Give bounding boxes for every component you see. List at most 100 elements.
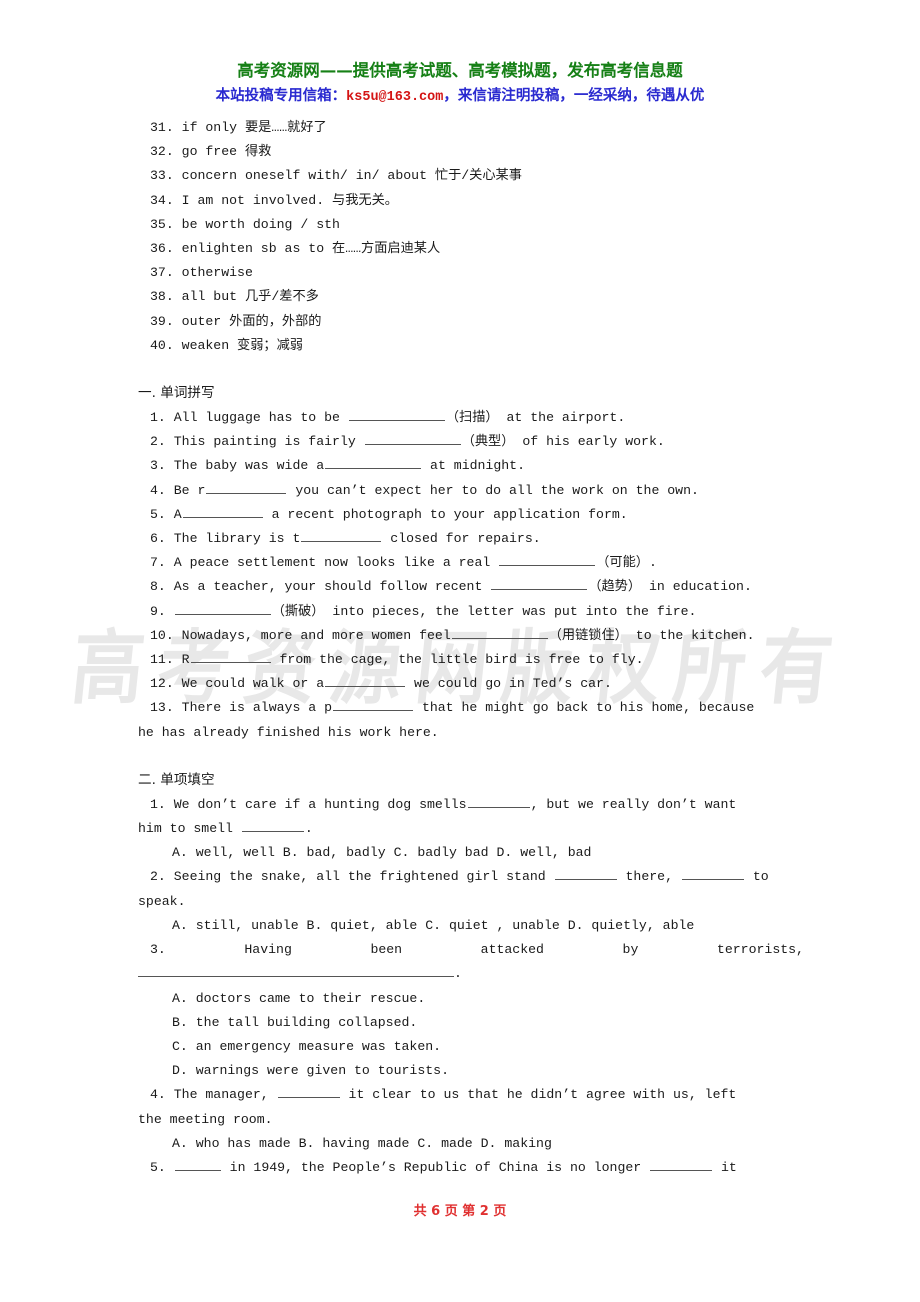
answer-blank[interactable] xyxy=(325,456,422,470)
question-option[interactable]: D. warnings were given to tourists. xyxy=(138,1059,804,1083)
q-text-pre: A peace settlement now looks like a real xyxy=(173,555,499,571)
question-options[interactable]: A. still, unable B. quiet, able C. quiet… xyxy=(138,914,804,938)
q-text-pre: Be r xyxy=(173,482,206,498)
question-option[interactable]: C. an emergency measure was taken. xyxy=(138,1035,804,1059)
q-text-pre: R xyxy=(181,652,190,668)
q-text-pre: 1. We don’t care if a hunting dog smells xyxy=(150,796,467,812)
question-item: 4. Be r you can’t expect her to do all t… xyxy=(138,479,804,503)
q-text-mid: there, xyxy=(617,869,681,885)
question-item: 12. We could walk or a we could go in Te… xyxy=(138,672,804,696)
q-number: 8. xyxy=(150,579,166,595)
q-number: 3. xyxy=(150,942,166,958)
question-option[interactable]: A. doctors came to their rescue. xyxy=(138,987,804,1011)
q-text-post: （撕破） into pieces, the letter was put int… xyxy=(271,603,697,619)
answer-blank[interactable] xyxy=(138,964,454,978)
question-continuation: . xyxy=(138,962,804,986)
answer-blank[interactable] xyxy=(451,625,548,639)
q-text-post: . xyxy=(454,966,462,982)
q-text-post: closed for repairs. xyxy=(382,531,541,547)
question-options[interactable]: A. who has made B. having made C. made D… xyxy=(138,1132,804,1156)
answer-blank[interactable] xyxy=(499,553,596,567)
answer-blank[interactable] xyxy=(650,1157,713,1171)
q-text-post: to xyxy=(744,869,769,885)
q-text-pre: The library is t xyxy=(173,531,301,547)
answer-blank[interactable] xyxy=(554,867,617,881)
answer-blank[interactable] xyxy=(206,480,287,494)
question-option[interactable]: B. the tall building collapsed. xyxy=(138,1011,804,1035)
question-item: 4. The manager, it clear to us that he d… xyxy=(138,1083,804,1107)
multiple-choice-questions: 1. We don’t care if a hunting dog smells… xyxy=(138,793,804,1180)
question-item: 8. As a teacher, your should follow rece… xyxy=(138,575,804,599)
q-text-pre: Nowadays, more and more women feel xyxy=(181,627,451,643)
q-text-pre: 2. Seeing the snake, all the frightened … xyxy=(150,869,554,885)
q-word: been xyxy=(370,942,403,958)
list-item: 34. I am not involved. 与我无关。 xyxy=(150,192,398,208)
site-title: 高考资源网——提供高考试题、高考模拟题，发布高考信息题 xyxy=(237,61,683,80)
answer-blank[interactable] xyxy=(174,601,271,615)
q-number: 6. xyxy=(150,531,166,547)
answer-blank[interactable] xyxy=(325,674,406,688)
question-item: 2. Seeing the snake, all the frightened … xyxy=(138,865,804,889)
question-item: 7. A peace settlement now looks like a r… xyxy=(138,551,804,575)
page-header: 高考资源网——提供高考试题、高考模拟题，发布高考信息题 本站投稿专用信箱：ks5… xyxy=(0,60,920,110)
question-item: 1. We don’t care if a hunting dog smells… xyxy=(138,793,804,817)
page-footer: 共 6 页 第 2 页 xyxy=(413,1204,507,1219)
q-text-pre: The baby was wide a xyxy=(173,458,325,474)
vocabulary-list: 31. if only 要是……就好了 32. go free 得救 33. c… xyxy=(138,116,804,358)
question-item: 2. This painting is fairly （典型） of his e… xyxy=(138,430,804,454)
q-text-pre: 4. The manager, xyxy=(150,1087,277,1103)
answer-blank[interactable] xyxy=(174,1157,221,1171)
q-number: 10. xyxy=(150,627,174,643)
answer-blank[interactable] xyxy=(333,698,414,712)
answer-blank[interactable] xyxy=(491,577,588,591)
q-number: 5. xyxy=(150,506,166,522)
q-text-pre: We could walk or a xyxy=(181,676,325,692)
section-heading-word-spelling: 一. 单词拼写 xyxy=(138,385,215,402)
answer-blank[interactable] xyxy=(277,1085,340,1099)
answer-blank[interactable] xyxy=(190,650,271,664)
q-text-post: that he might go back to his home, becau… xyxy=(414,700,755,716)
question-continuation: the meeting room. xyxy=(138,1111,273,1127)
list-item: 33. concern oneself with/ in/ about 忙于/关… xyxy=(150,168,522,184)
q-number: 1. xyxy=(150,410,166,426)
q-text-pre: him to smell xyxy=(138,821,241,837)
mailbox-note: ，来信请注明投稿，一经采纳，待遇从优 xyxy=(443,87,705,104)
question-continuation: he has already finished his work here. xyxy=(138,724,439,740)
q-number: 12. xyxy=(150,676,174,692)
answer-blank[interactable] xyxy=(681,867,744,881)
q-text-pre: As a teacher, your should follow recent xyxy=(173,579,491,595)
q-number: 9. xyxy=(150,603,166,619)
question-item: 5. A a recent photograph to your applica… xyxy=(138,503,804,527)
answer-blank[interactable] xyxy=(182,504,263,518)
q-text-post: at midnight. xyxy=(422,458,526,474)
q-text-pre: This painting is fairly xyxy=(173,434,364,450)
q-text-post: it xyxy=(713,1159,737,1175)
list-item: 38. all but 几乎/差不多 xyxy=(150,289,319,305)
submission-mailbox-line: 本站投稿专用信箱：ks5u@163.com，来信请注明投稿，一经采纳，待遇从优 xyxy=(0,84,920,110)
q-text-post: you can’t expect her to do all the work … xyxy=(287,482,699,498)
answer-blank[interactable] xyxy=(301,529,382,543)
q-text-post: （典型） of his early work. xyxy=(461,434,665,450)
answer-blank[interactable] xyxy=(241,819,304,833)
q-text-post: , but we really don’t want xyxy=(530,796,737,812)
q-text-post: . xyxy=(304,821,313,837)
question-options[interactable]: A. well, well B. bad, badly C. badly bad… xyxy=(138,841,804,865)
q-text-pre: A xyxy=(173,506,182,522)
list-item: 40. weaken 变弱；减弱 xyxy=(150,337,303,353)
q-text-pre: All luggage has to be xyxy=(173,410,348,426)
q-number: 7. xyxy=(150,555,166,571)
mailbox-label: 本站投稿专用信箱： xyxy=(215,87,347,104)
question-item: 11. R from the cage, the little bird is … xyxy=(138,648,804,672)
question-item: 5. in 1949, the People’s Republic of Chi… xyxy=(138,1156,804,1180)
q-word: Having xyxy=(244,942,292,958)
q-number: 2. xyxy=(150,434,166,450)
list-item: 37. otherwise xyxy=(150,265,253,281)
mailbox-email[interactable]: ks5u@163.com xyxy=(346,90,443,105)
answer-blank[interactable] xyxy=(348,408,445,422)
q-text-post: （用链锁住） to the kitchen. xyxy=(548,627,755,643)
list-item: 36. enlighten sb as to 在……方面启迪某人 xyxy=(150,241,441,257)
question-item: 3. Having been attacked by terrorists, xyxy=(138,938,804,962)
answer-blank[interactable] xyxy=(364,432,461,446)
q-text-post: it clear to us that he didn’t agree with… xyxy=(340,1087,737,1103)
answer-blank[interactable] xyxy=(467,794,530,808)
